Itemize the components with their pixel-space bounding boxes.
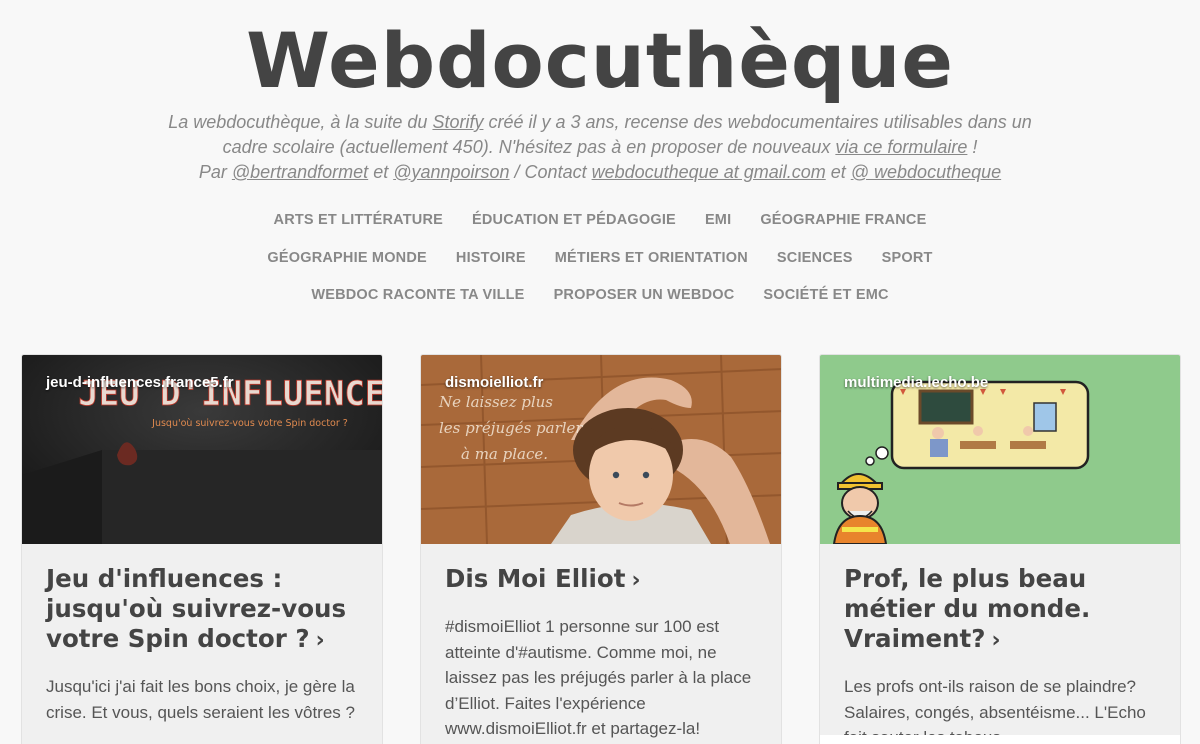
site-intro: La webdocuthèque, à la suite du Storify …	[168, 112, 1032, 182]
card-description: Les profs ont-ils raison de se plaindre?…	[844, 677, 1146, 744]
card-footer	[820, 735, 1180, 744]
nav-metiers-orientation[interactable]: Métiers et orientation	[540, 250, 762, 266]
card-thumbnail[interactable]: Ne laissez plus les préjugés parler à ma…	[421, 355, 781, 544]
chevron-right-icon: ›	[631, 568, 641, 593]
webdoc-card[interactable]: JEU D'INFLUENCES Jusqu'où suivrez-vous v…	[21, 354, 383, 744]
card-domain: jeu-d-influences.france5.fr	[46, 374, 234, 391]
svg-text:les préjugés parler: les préjugés parler	[439, 419, 583, 437]
card-title[interactable]: Dis Moi Elliot ›	[445, 564, 757, 596]
svg-text:Jusqu'où suivrez-vous votre Sp: Jusqu'où suivrez-vous votre Spin doctor …	[151, 418, 348, 429]
twitter-link[interactable]: @ webdocutheque	[851, 162, 1001, 182]
svg-text:à ma place.: à ma place.	[461, 445, 548, 463]
nav-webdoc-raconte-ta-ville[interactable]: Webdoc raconte ta ville	[297, 287, 539, 303]
nav-row: Webdoc raconte ta ville Proposer un webd…	[0, 287, 1200, 303]
nav-emi[interactable]: EMI	[690, 212, 745, 228]
nav-education-pedagogie[interactable]: Éducation et pédagogie	[458, 212, 691, 228]
nav-histoire[interactable]: Histoire	[441, 250, 540, 266]
card-thumbnail[interactable]: multimedia.lecho.be	[820, 355, 1180, 544]
chevron-right-icon: ›	[991, 628, 1001, 653]
nav-geographie-france[interactable]: Géographie France	[746, 212, 941, 228]
nav-proposer-un-webdoc[interactable]: Proposer un webdoc	[539, 287, 749, 303]
author-link-yannpoirson[interactable]: @yannpoirson	[393, 162, 509, 182]
card-domain: multimedia.lecho.be	[844, 374, 989, 391]
nav-row: Géographie monde Histoire Métiers et ori…	[0, 250, 1200, 266]
storify-link[interactable]: Storify	[432, 112, 483, 132]
nav-sport[interactable]: Sport	[867, 250, 947, 266]
webdoc-card[interactable]: multimedia.lecho.be Prof, le plus beau m…	[819, 354, 1181, 744]
site-title[interactable]: Webdocuthèque	[0, 18, 1200, 104]
form-link[interactable]: via ce formulaire	[835, 137, 967, 157]
nav-arts-litterature[interactable]: Arts et littérature	[259, 212, 457, 228]
nav-geographie-monde[interactable]: Géographie monde	[253, 250, 442, 266]
card-domain: dismoielliot.fr	[445, 374, 544, 391]
card-title[interactable]: Prof, le plus beau métier du monde. Vrai…	[844, 564, 1156, 656]
chevron-right-icon: ›	[315, 628, 325, 653]
nav-societe-emc[interactable]: Société et EMC	[749, 287, 903, 303]
email-link[interactable]: webdocutheque at gmail.com	[592, 162, 826, 182]
card-description: Jusqu'ici j'ai fait les bons choix, je g…	[46, 677, 355, 722]
nav-row: Arts et littérature Éducation et pédagog…	[0, 212, 1200, 228]
card-title[interactable]: Jeu d'influences : jusqu'où suivrez-vous…	[46, 564, 358, 656]
svg-text:Ne laissez plus: Ne laissez plus	[438, 393, 553, 411]
page: Webdocuthèque La webdocuthèque, à la sui…	[0, 0, 1200, 744]
webdoc-card[interactable]: Ne laissez plus les préjugés parler à ma…	[420, 354, 782, 744]
nav-sciences[interactable]: Sciences	[762, 250, 867, 266]
card-thumbnail[interactable]: JEU D'INFLUENCES Jusqu'où suivrez-vous v…	[22, 355, 382, 544]
author-link-bertrandformet[interactable]: @bertrandformet	[232, 162, 368, 182]
card-description: #dismoiElliot 1 personne sur 100 est att…	[445, 617, 752, 738]
